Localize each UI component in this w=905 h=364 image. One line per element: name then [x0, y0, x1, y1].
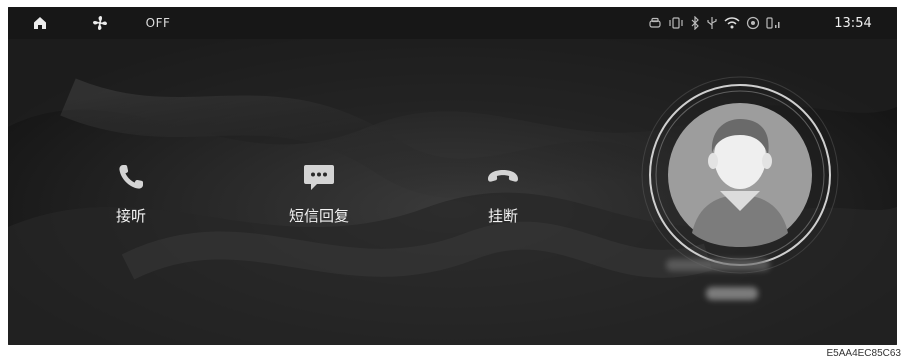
- answer-button[interactable]: 接听: [76, 157, 186, 226]
- clock-text: 13:54: [834, 15, 872, 31]
- phone-answer-icon: [111, 157, 151, 197]
- fan-off-label: OFF: [145, 16, 171, 30]
- sms-reply-label: 短信回复: [288, 207, 349, 225]
- bluetooth-icon: [691, 16, 699, 30]
- usb-icon: [707, 17, 717, 29]
- figure-code: E5AA4EC85C63: [826, 348, 902, 359]
- message-reply-icon: [299, 157, 339, 197]
- hangup-label: 挂断: [487, 207, 518, 225]
- answer-label: 接听: [115, 207, 146, 225]
- signal-icon: [766, 17, 780, 29]
- hangup-button[interactable]: 挂断: [448, 157, 558, 226]
- vibrate-icon: [669, 17, 683, 29]
- car-icon: [649, 17, 661, 28]
- fan-status-text: OFF: [138, 7, 178, 39]
- clock: 13:54: [828, 7, 878, 39]
- status-icons: [648, 15, 782, 31]
- caller-number-blurred: [706, 287, 758, 300]
- caller-name-blurred: [666, 259, 770, 271]
- home-icon[interactable]: [30, 7, 50, 39]
- call-screen: OFF 13:54 接听 短信回复 挂断: [8, 7, 897, 345]
- fan-icon[interactable]: [90, 7, 110, 39]
- status-bar: OFF 13:54: [8, 7, 897, 39]
- sms-reply-button[interactable]: 短信回复: [264, 157, 374, 226]
- phone-hangup-icon: [483, 157, 523, 197]
- hotspot-icon: [746, 16, 760, 30]
- wifi-icon: [724, 17, 740, 29]
- caller-avatar: [640, 75, 840, 275]
